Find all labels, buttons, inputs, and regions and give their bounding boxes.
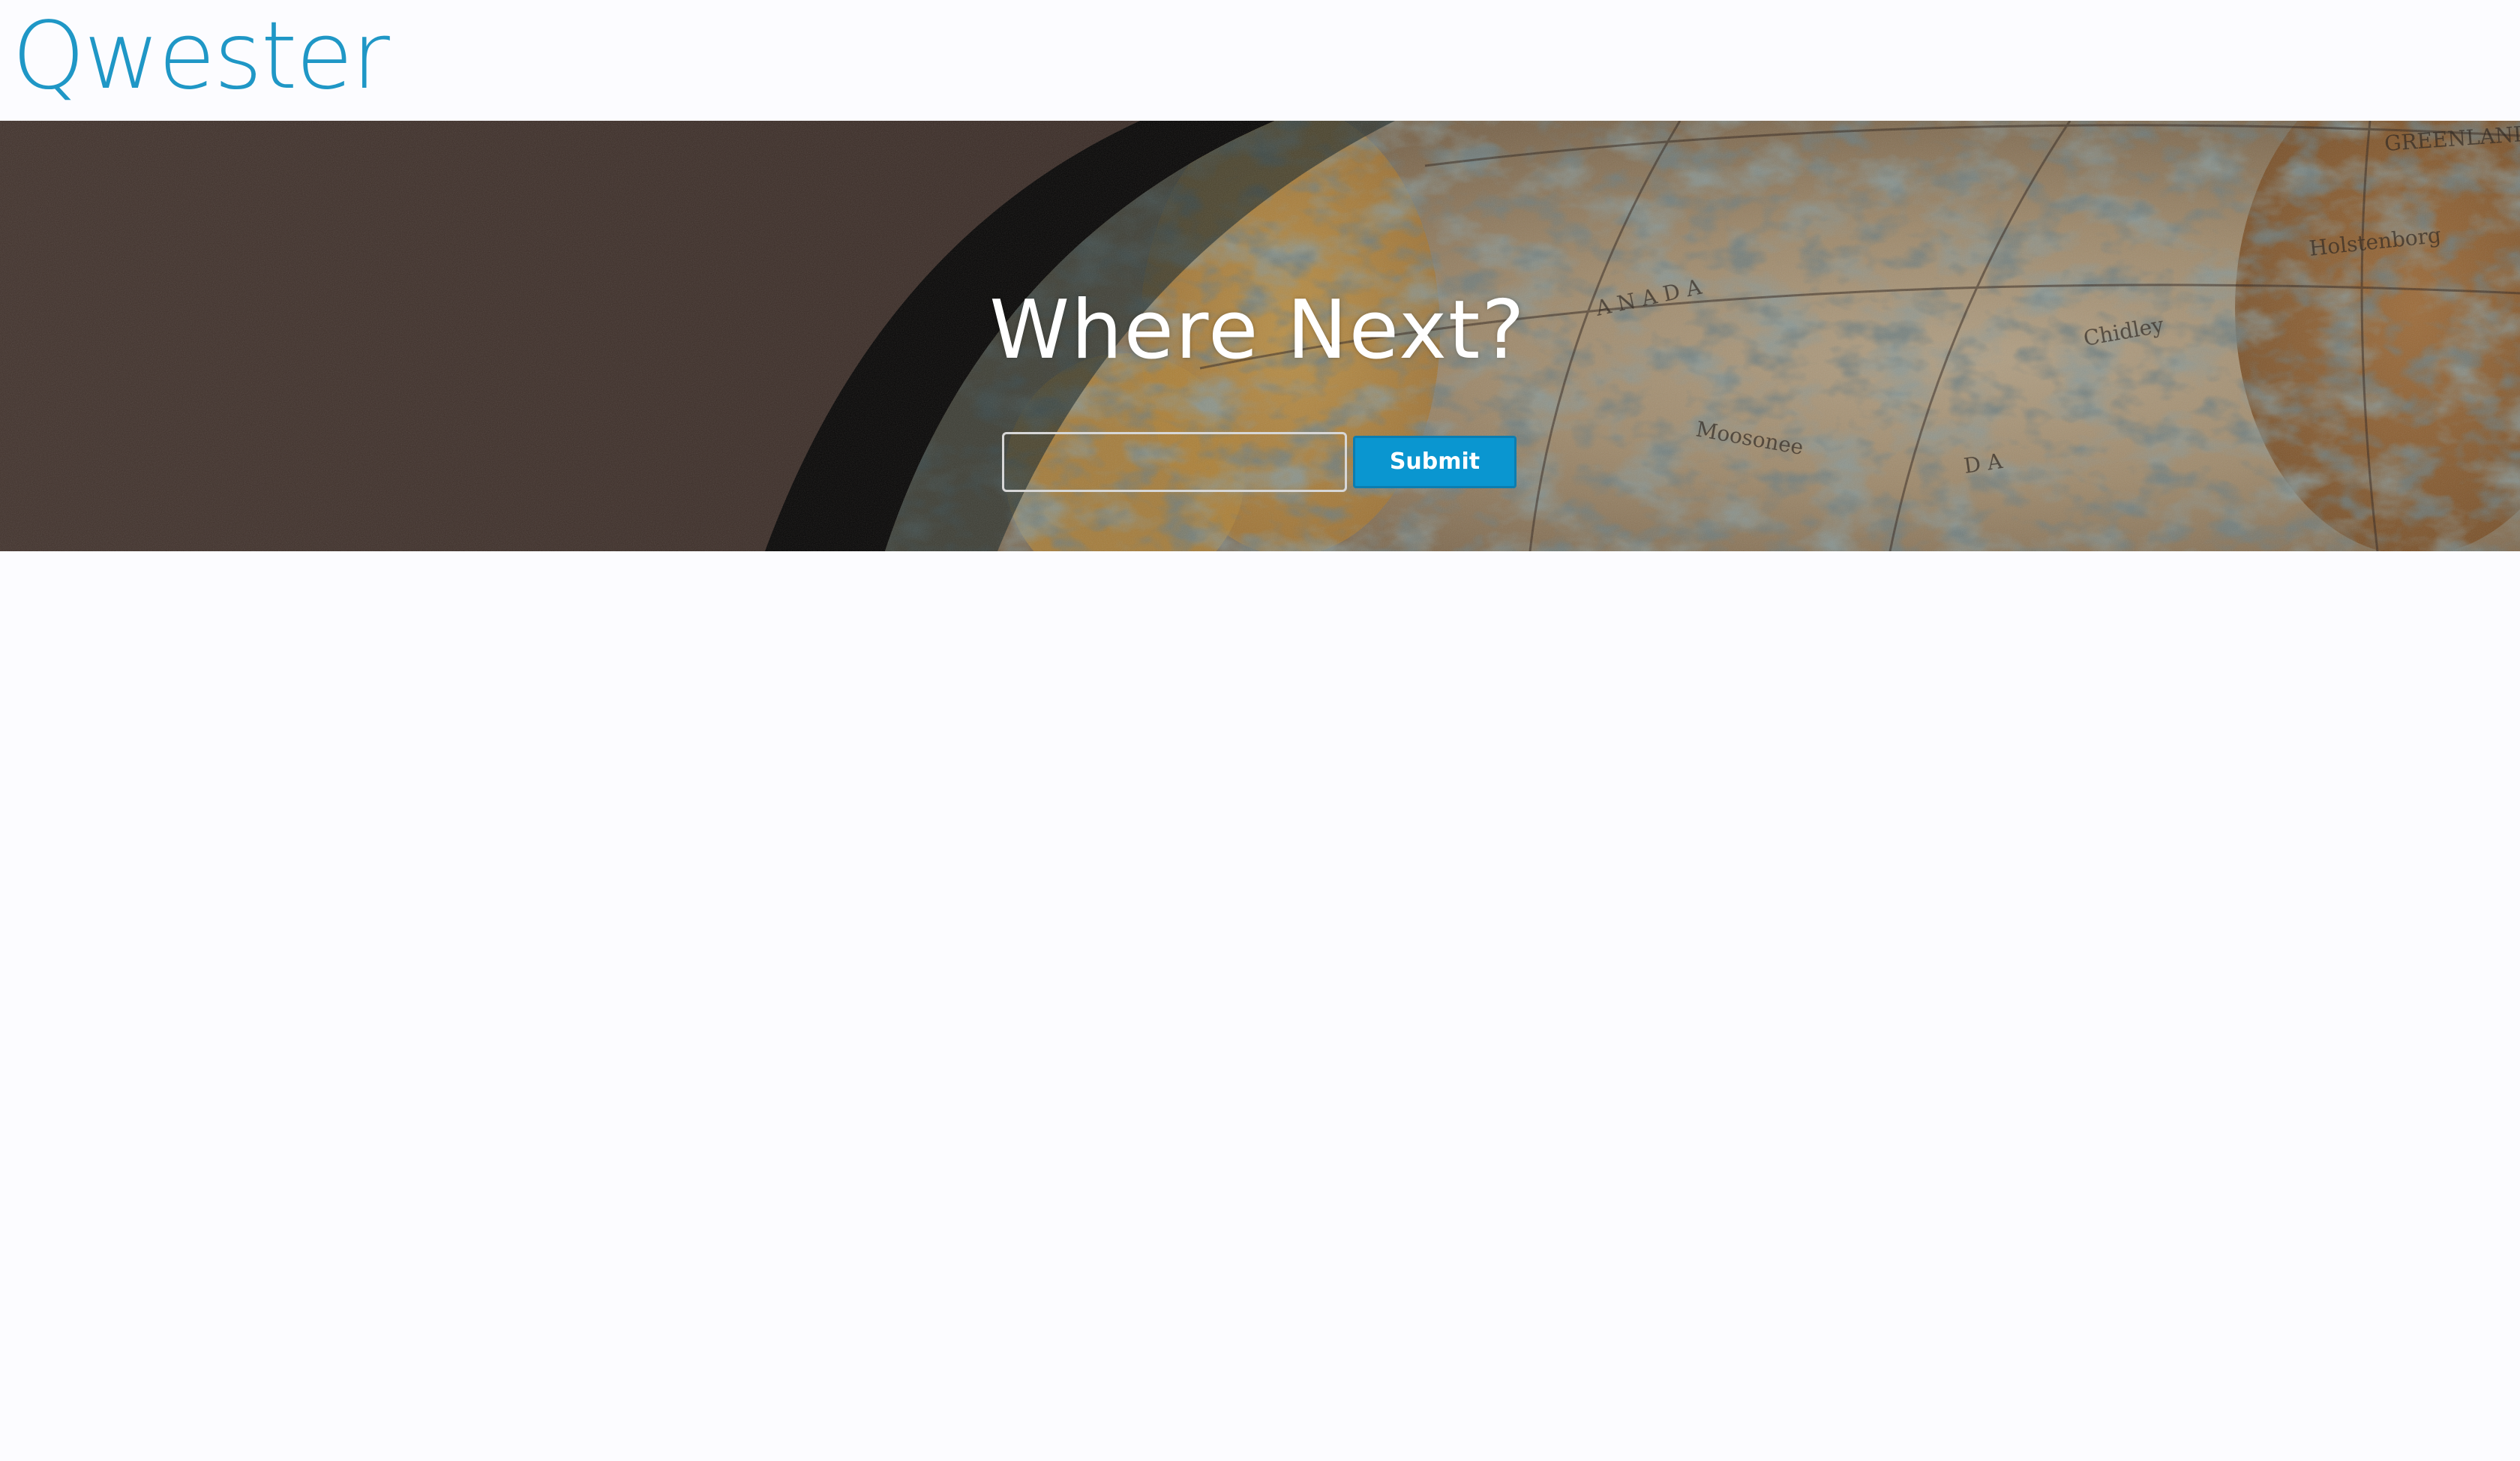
site-logo[interactable]: Qwester [12, 0, 390, 112]
site-header: Qwester [0, 0, 2520, 121]
hero-banner: A N A D A D A Holstenborg GREENLAND Moos… [0, 121, 2520, 551]
submit-button[interactable]: Submit [1353, 436, 1516, 488]
main-content-area [0, 551, 2520, 1461]
destination-input[interactable] [1002, 432, 1347, 492]
hero-title: Where Next? [989, 284, 1526, 377]
